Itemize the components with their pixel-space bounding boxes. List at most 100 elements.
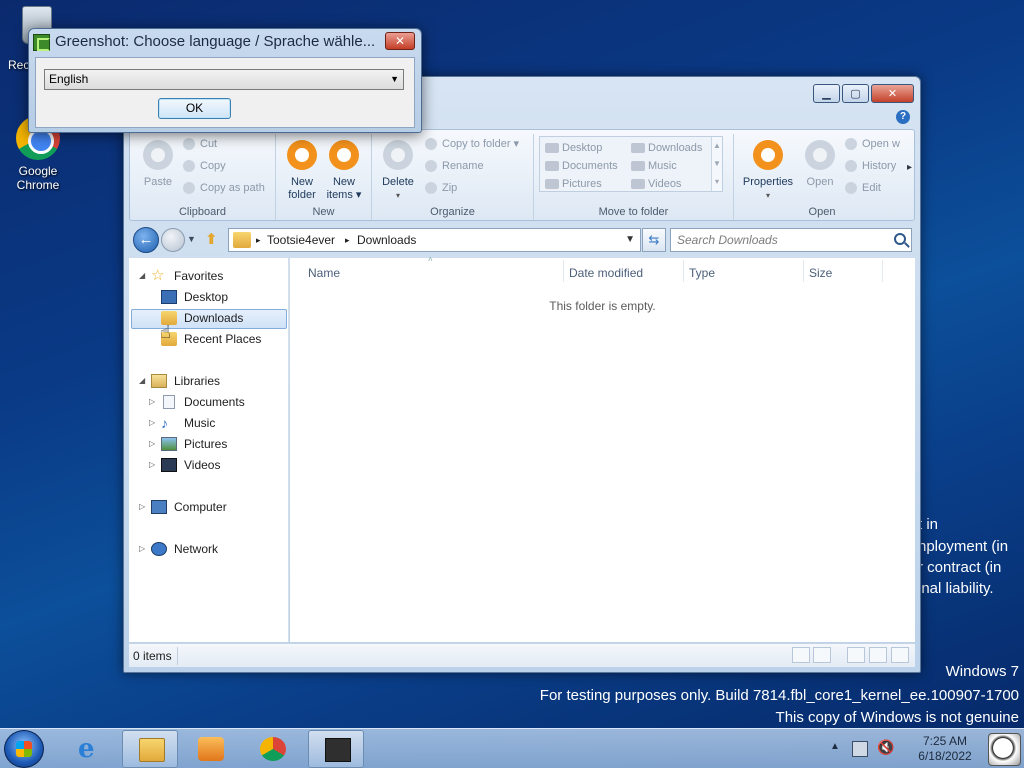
column-header-date-modified[interactable]: Date modified [569, 266, 643, 280]
gallery-scrollbar[interactable]: ▲ ▼ ▾ [711, 137, 722, 191]
history-label: History [862, 160, 897, 172]
collapsed-triangle-icon[interactable]: ▷ [139, 539, 145, 559]
column-divider[interactable] [803, 260, 804, 282]
ok-button[interactable]: OK [158, 98, 231, 119]
move-to-videos-button[interactable]: Videos [630, 175, 681, 193]
edit-button[interactable]: Edit [844, 179, 881, 197]
background-text-fragment: inal liability. [918, 580, 994, 597]
downloads-folder-icon [233, 232, 251, 248]
column-divider[interactable] [882, 260, 883, 282]
move-pictures-label: Pictures [562, 178, 602, 190]
navigation-bar: ← ▼ ⬆ ▸ Tootsie4ever ▸ Downloads ▼ ⇆ [129, 225, 915, 255]
breadcrumb-downloads[interactable]: Downloads [357, 233, 416, 247]
star-icon: ☆ [151, 267, 165, 284]
cut-button[interactable]: Cut [182, 135, 217, 153]
file-list[interactable]: ˄ Name Date modified Type Size This fold… [290, 255, 915, 642]
move-to-desktop-button[interactable]: Desktop [544, 139, 602, 157]
move-downloads-label: Downloads [648, 142, 703, 154]
search-box[interactable] [670, 228, 912, 252]
move-to-pictures-button[interactable]: Pictures [544, 175, 602, 193]
collapsed-triangle-icon[interactable]: ▷ [149, 455, 155, 475]
forward-button[interactable] [161, 228, 185, 252]
open-button[interactable]: Open [800, 138, 840, 189]
network-tray-icon[interactable] [852, 741, 868, 757]
new-items-label-1: New [332, 176, 355, 188]
collapsed-triangle-icon[interactable]: ▷ [149, 392, 155, 412]
nav-pictures-label: Pictures [184, 437, 228, 451]
history-button[interactable]: History [844, 157, 896, 175]
new-items-button[interactable]: New items ▾ [324, 138, 364, 202]
move-to-music-button[interactable]: Music [630, 157, 677, 175]
up-folder-icon[interactable]: ⬆ [205, 230, 223, 248]
clock[interactable]: 7:25 AM 6/18/2022 [910, 734, 980, 764]
start-button[interactable] [4, 730, 44, 768]
show-hidden-icons-button[interactable]: ▲ [830, 741, 840, 768]
breadcrumb-separator-icon[interactable]: ▸ [345, 235, 350, 246]
search-input[interactable] [677, 230, 887, 250]
background-text-fragment: nployment (in [918, 538, 1009, 555]
refresh-button[interactable]: ⇆ [642, 228, 666, 252]
maximize-button[interactable]: ▢ [842, 84, 869, 103]
details-view-icon[interactable] [792, 647, 810, 663]
collapsed-triangle-icon[interactable]: ▷ [149, 434, 155, 454]
column-divider[interactable] [683, 260, 684, 282]
address-bar[interactable]: ▸ Tootsie4ever ▸ Downloads ▼ [228, 228, 641, 252]
dialog-close-button[interactable]: ✕ [385, 32, 415, 50]
taskbar-media-player[interactable] [182, 730, 238, 768]
taskbar-windows-explorer[interactable] [122, 730, 178, 768]
copy-to-folder-button[interactable]: Copy to folder ▾ [424, 135, 519, 153]
media-player-icon [198, 737, 224, 761]
help-icon[interactable]: ? [896, 110, 910, 124]
expanded-triangle-icon[interactable]: ◢ [139, 371, 145, 391]
large-icons-view-icon[interactable] [813, 647, 831, 663]
copy-as-path-button[interactable]: Copy as path [182, 179, 265, 197]
show-desktop-area[interactable] [984, 730, 1024, 768]
search-icon[interactable] [894, 233, 906, 245]
edit-label: Edit [862, 182, 881, 194]
navigation-pane-toggle-icon[interactable] [891, 647, 909, 663]
empty-folder-message: This folder is empty. [549, 299, 656, 313]
zip-button[interactable]: Zip [424, 179, 457, 197]
move-desktop-label: Desktop [562, 142, 603, 154]
column-header-size[interactable]: Size [809, 266, 832, 280]
taskbar-greenshot[interactable] [308, 730, 364, 768]
move-to-downloads-button[interactable]: Downloads [630, 139, 702, 157]
collapsed-triangle-icon[interactable]: ▷ [139, 497, 145, 517]
chevron-down-icon[interactable]: ▼ [390, 70, 399, 89]
move-to-documents-button[interactable]: Documents [544, 157, 618, 175]
address-dropdown-icon[interactable]: ▼ [625, 234, 635, 245]
minimize-button[interactable]: ▁ [813, 84, 840, 103]
nav-documents-label: Documents [184, 395, 245, 409]
item-count: 0 items [133, 649, 172, 663]
zip-label: Zip [442, 182, 458, 194]
copy-button[interactable]: Copy [182, 157, 226, 175]
open-with-button[interactable]: Open w [844, 135, 900, 153]
preview-pane-icon[interactable] [847, 647, 865, 663]
status-divider [177, 647, 178, 665]
language-select[interactable]: English ▼ [44, 69, 404, 90]
move-documents-label: Documents [562, 160, 618, 172]
paste-button[interactable]: Paste [138, 138, 178, 189]
collapsed-triangle-icon[interactable]: ▷ [149, 413, 155, 433]
breadcrumb-tootsie4ever[interactable]: Tootsie4ever [267, 233, 335, 247]
column-header-type[interactable]: Type [689, 266, 715, 280]
rename-button[interactable]: Rename [424, 157, 484, 175]
breadcrumb-separator-icon[interactable]: ▸ [256, 235, 261, 246]
properties-icon [753, 140, 783, 170]
close-button[interactable]: ✕ [871, 84, 914, 103]
properties-button[interactable]: Properties ▾ [740, 138, 796, 202]
recent-locations-chevron-down-icon[interactable]: ▼ [187, 234, 196, 244]
taskbar-google-chrome[interactable] [244, 730, 300, 768]
ribbon-scroll-right-icon[interactable]: ▸ [907, 162, 912, 173]
delete-button[interactable]: Delete ▾ [378, 138, 418, 202]
volume-muted-icon[interactable]: 🔇 [877, 739, 894, 768]
new-folder-button[interactable]: New folder [282, 138, 322, 202]
back-button[interactable]: ← [133, 227, 159, 253]
open-icon [805, 140, 835, 170]
expanded-triangle-icon[interactable]: ◢ [139, 266, 145, 286]
details-pane-icon[interactable] [869, 647, 887, 663]
column-header-name[interactable]: Name [308, 266, 340, 280]
column-divider[interactable] [563, 260, 564, 282]
taskbar-internet-explorer[interactable]: e [62, 730, 118, 768]
new-items-icon [329, 140, 359, 170]
